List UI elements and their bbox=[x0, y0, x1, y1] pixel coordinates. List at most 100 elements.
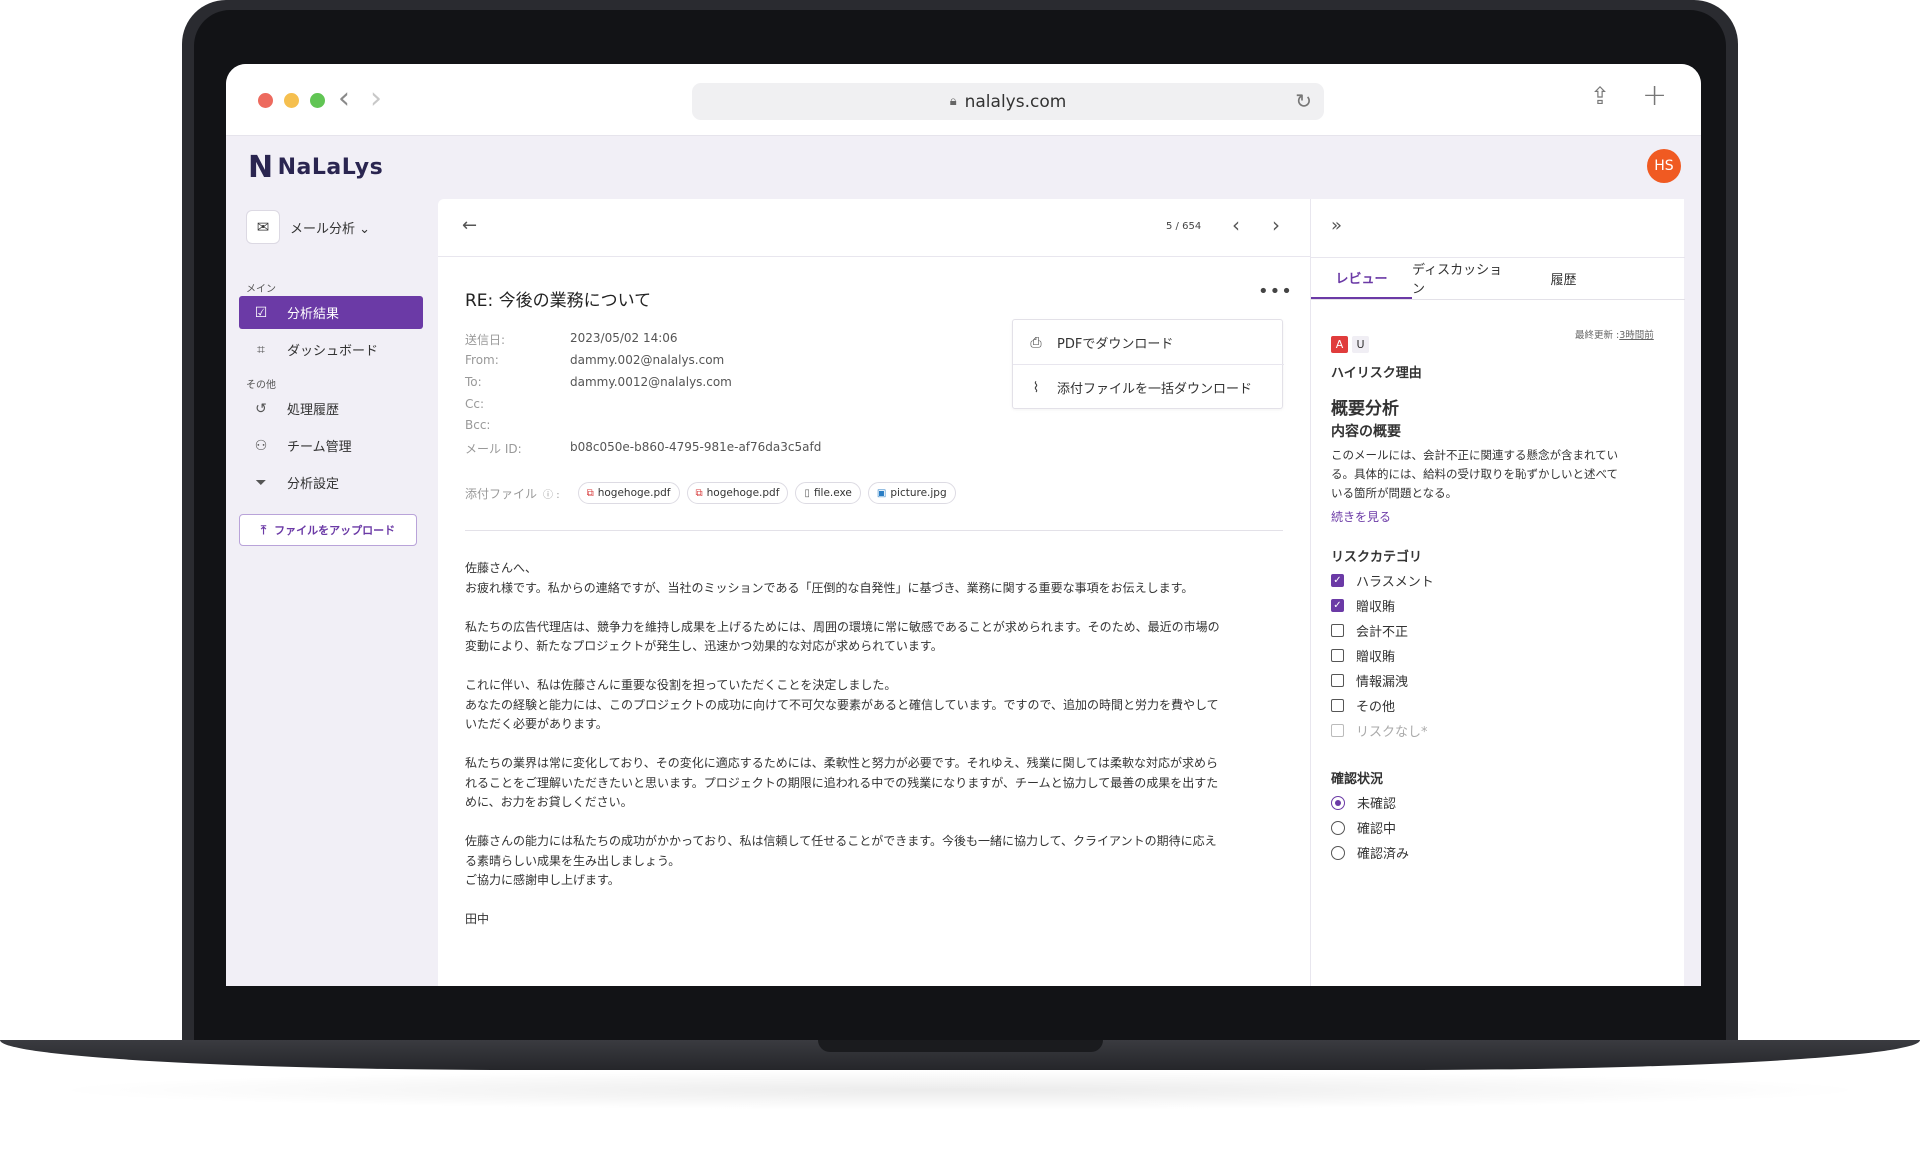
chevron-left-icon[interactable]: ‹ bbox=[338, 84, 350, 114]
checkbox-label: リスクなし* bbox=[1356, 725, 1428, 740]
attachment-chip[interactable]: ▣ picture.jpg bbox=[867, 482, 956, 504]
attachment-chip[interactable]: ▯ file.exe bbox=[795, 482, 861, 504]
checkbox-checked-icon[interactable]: ✓ bbox=[1331, 599, 1344, 612]
download-attachments-item[interactable]: ⌇ 添付ファイルを一括ダウンロード bbox=[1013, 365, 1284, 410]
sidebar-item-team[interactable]: ⚇ チーム管理 bbox=[239, 429, 423, 462]
attachment-name: hogehoge.pdf bbox=[597, 487, 671, 499]
zoom-window-button[interactable] bbox=[310, 93, 325, 108]
last-updated-link[interactable]: 3時間前 bbox=[1619, 330, 1654, 341]
upload-file-button[interactable]: ⤒ ファイルをアップロード bbox=[239, 514, 417, 546]
mail-subject: RE: 今後の業務について bbox=[465, 291, 652, 311]
sidebar-item-dashboard[interactable]: ⌗ ダッシュボード bbox=[239, 333, 423, 366]
status-radio-unconfirmed[interactable]: 未確認 bbox=[1331, 793, 1396, 812]
checkbox-icon[interactable] bbox=[1331, 699, 1344, 712]
sidebar-item-analysis-results[interactable]: ☑ 分析結果 bbox=[239, 296, 423, 329]
attachment-chip[interactable]: ⧉ hogehoge.pdf bbox=[577, 482, 680, 504]
attachment-row: 添付ファイル ⓘ : ⧉ hogehoge.pdf ⧉ hogehoge.pdf… bbox=[465, 482, 963, 504]
last-updated-label: 最終更新 : bbox=[1575, 330, 1620, 341]
info-icon[interactable]: ⓘ : bbox=[543, 486, 560, 501]
address-bar[interactable]: 🔒︎ nalalys.com ↻ bbox=[692, 83, 1324, 120]
chart-icon: ⌗ bbox=[257, 341, 265, 358]
attachment-chip[interactable]: ⧉ hogehoge.pdf bbox=[686, 482, 789, 504]
sidebar-item-settings[interactable]: ⏷ 分析設定 bbox=[239, 466, 423, 499]
url-text: nalalys.com bbox=[964, 91, 1067, 112]
chevron-right-icon[interactable]: › bbox=[370, 84, 382, 114]
risk-checkbox-bribery[interactable]: ✓ 贈収賄 bbox=[1331, 596, 1395, 615]
lock-icon: 🔒︎ bbox=[949, 94, 957, 109]
radio-selected-icon[interactable] bbox=[1331, 795, 1345, 810]
logo-mark-icon: N bbox=[248, 150, 274, 185]
risk-checkbox-other[interactable]: その他 bbox=[1331, 696, 1395, 715]
checkbox-label: ハラスメント bbox=[1356, 575, 1434, 590]
screen: ‹ › 🔒︎ nalalys.com ↻ ⇪ + N NaLaLys HS ✉ … bbox=[226, 64, 1701, 986]
read-more-link[interactable]: 続きを見る bbox=[1331, 508, 1391, 525]
mail-paragraph: 私たちの広告代理店は、競争力を維持し成果を上げるためには、周囲の環境に常に敏感で… bbox=[465, 619, 1220, 654]
back-arrow-icon[interactable]: ← bbox=[462, 215, 477, 236]
checkbox-checked-icon[interactable]: ✓ bbox=[1331, 574, 1344, 587]
browser-toolbar: ‹ › 🔒︎ nalalys.com ↻ ⇪ + bbox=[226, 64, 1701, 136]
check-square-icon: ☑ bbox=[254, 304, 268, 321]
risk-checkbox-accounting-fraud[interactable]: 会計不正 bbox=[1331, 621, 1408, 640]
new-tab-icon[interactable]: + bbox=[1642, 78, 1667, 113]
status-radio-in-progress[interactable]: 確認中 bbox=[1331, 818, 1396, 837]
checkbox-label: 情報漏洩 bbox=[1356, 675, 1409, 690]
checkbox-icon[interactable] bbox=[1331, 674, 1344, 687]
from-value: dammy.002@nalalys.com bbox=[570, 353, 725, 367]
mail-paragraph: 佐藤さんへ、 お疲れ様です。私からの連絡ですが、当社のミッションである「圧倒的な… bbox=[465, 561, 1194, 595]
download-pdf-item[interactable]: ⎙ PDFでダウンロード bbox=[1013, 320, 1284, 365]
avatar[interactable]: HS bbox=[1647, 149, 1681, 183]
to-value: dammy.0012@nalalys.com bbox=[570, 375, 732, 389]
summary-analysis-title: 概要分析 bbox=[1331, 399, 1399, 419]
app-logo[interactable]: N NaLaLys bbox=[248, 150, 383, 185]
tab-review[interactable]: レビュー bbox=[1311, 257, 1412, 299]
module-selector[interactable]: ✉ メール分析 ⌄ bbox=[246, 210, 370, 244]
to-label: To: bbox=[465, 375, 482, 389]
upload-button-label: ファイルをアップロード bbox=[274, 524, 396, 537]
radio-icon[interactable] bbox=[1331, 845, 1345, 860]
sidebar-item-history[interactable]: ↺ 処理履歴 bbox=[239, 392, 423, 425]
status-radio-confirmed[interactable]: 確認済み bbox=[1331, 843, 1409, 862]
pdf-icon: ⧉ bbox=[586, 487, 594, 499]
content-summary-text: このメールには、会計不正に関連する懸念が含まれてい る。具体的には、給料の受け取… bbox=[1331, 448, 1619, 500]
checkbox-icon[interactable] bbox=[1331, 724, 1344, 737]
checkbox-icon[interactable] bbox=[1331, 649, 1344, 662]
bcc-label: Bcc: bbox=[465, 418, 491, 432]
risk-checkbox-info-leak[interactable]: 情報漏洩 bbox=[1331, 671, 1408, 690]
next-mail-button[interactable]: › bbox=[1272, 213, 1280, 237]
confirmation-status-title: 確認状況 bbox=[1331, 772, 1384, 787]
previous-mail-button[interactable]: ‹ bbox=[1232, 213, 1240, 237]
tab-discussion[interactable]: ディスカッション bbox=[1412, 257, 1513, 299]
minimize-window-button[interactable] bbox=[284, 93, 299, 108]
high-risk-reason-title: ハイリスク理由 bbox=[1331, 366, 1422, 381]
tab-history[interactable]: 履歴 bbox=[1513, 257, 1614, 299]
risk-checkbox-no-risk[interactable]: リスクなし* bbox=[1331, 721, 1428, 740]
close-window-button[interactable] bbox=[258, 93, 273, 108]
image-icon: ▣ bbox=[876, 487, 887, 499]
checkbox-label: 会計不正 bbox=[1356, 625, 1409, 640]
mail-id-label: メール ID: bbox=[465, 442, 522, 456]
sent-date-label: 送信日: bbox=[465, 333, 506, 347]
collapse-panel-icon[interactable]: » bbox=[1331, 215, 1342, 236]
checkbox-icon[interactable] bbox=[1331, 624, 1344, 637]
sidebar-item-label: ダッシュボード bbox=[287, 344, 379, 359]
mail-paragraph: 佐藤さんの能力には私たちの成功がかかっており、私は信頼して任せることができます。… bbox=[465, 834, 1217, 887]
more-options-icon[interactable]: ••• bbox=[1258, 281, 1293, 302]
attachment-name: hogehoge.pdf bbox=[706, 487, 780, 499]
mail-paragraph: 私たちの業界は常に変化しており、その変化に適応するためには、柔軟性と努力が必要で… bbox=[465, 756, 1219, 809]
reload-icon[interactable]: ↻ bbox=[1295, 89, 1312, 113]
body-divider bbox=[465, 530, 1283, 531]
attachment-label: 添付ファイル bbox=[465, 486, 538, 501]
mail-body: 佐藤さんへ、 お疲れ様です。私からの連絡ですが、当社のミッションである「圧倒的な… bbox=[465, 559, 1285, 949]
module-label: メール分析 ⌄ bbox=[290, 221, 371, 237]
risk-checkbox-harassment[interactable]: ✓ ハラスメント bbox=[1331, 571, 1434, 590]
radio-label: 確認済み bbox=[1357, 847, 1410, 862]
attachment-name: picture.jpg bbox=[890, 487, 947, 499]
risk-checkbox-bribery-2[interactable]: 贈収賄 bbox=[1331, 646, 1395, 665]
mail-id-value: b08c050e-b860-4795-981e-af76da3c5afd bbox=[570, 440, 822, 454]
radio-icon[interactable] bbox=[1331, 820, 1345, 835]
laptop-shadow bbox=[40, 1070, 1880, 1110]
share-icon[interactable]: ⇪ bbox=[1590, 82, 1610, 110]
risk-badge-u: U bbox=[1352, 336, 1369, 353]
risk-category-title: リスクカテゴリ bbox=[1331, 550, 1423, 565]
laptop-notch bbox=[818, 1040, 1103, 1052]
